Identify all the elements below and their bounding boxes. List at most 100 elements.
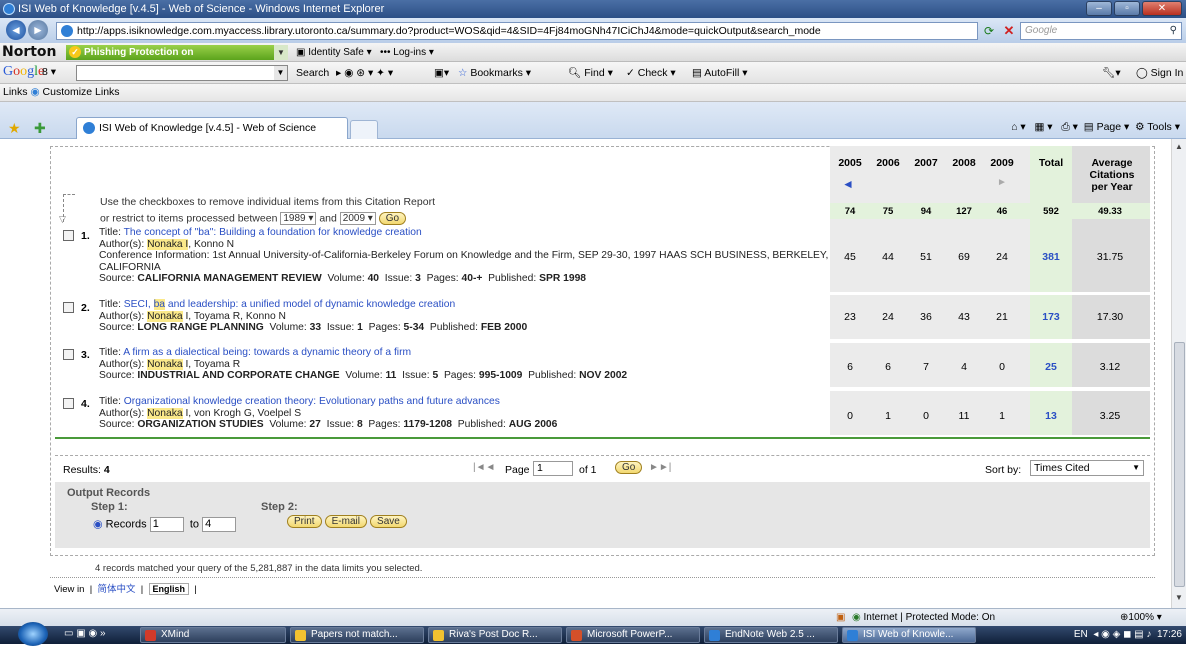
record-checkbox[interactable] [63,230,74,241]
records-from-input[interactable]: 1 [149,517,184,532]
record-total-link[interactable]: 25 [1036,361,1066,373]
sort-select[interactable]: Times Cited ▼ [1030,460,1144,476]
logins-button[interactable]: ••• Log-ins ▾ [380,46,434,59]
email-button[interactable]: E-mail [324,515,367,528]
source-label: Source: [99,322,138,333]
first-page-icon[interactable]: |◄◄ [473,462,495,473]
vertical-scrollbar[interactable]: ▲ ▼ [1171,139,1186,608]
search-icon[interactable]: ⚲ [1170,23,1177,39]
taskbar-endnote[interactable]: EndNote Web 2.5 ... [704,627,838,643]
feeds-icon[interactable]: ▦ ▾ [1034,121,1052,133]
title-highlight: ba [153,299,166,310]
count-2008: 69 [958,251,970,263]
identity-safe-button[interactable]: ▣ Identity Safe ▾ [296,46,372,59]
record-details: Title: SECI, ba and leadership: a unifie… [99,299,839,334]
star-icon: ☆ [458,67,468,79]
chevron-down-icon[interactable]: ▼ [274,66,287,80]
check-button[interactable]: ✓ Check ▾ [626,67,676,80]
record-title-link[interactable]: SECI, ba and leadership: a unified model… [124,299,455,310]
address-bar[interactable]: http://apps.isiknowledge.com.myaccess.li… [56,22,978,40]
minimize-button[interactable]: – [1086,1,1112,16]
popup-blocker-icon[interactable]: ▣▾ [434,67,449,80]
record-title-link[interactable]: The concept of "ba": Building a foundati… [124,227,422,238]
results-count: 4 [103,464,110,476]
home-icon[interactable]: ⌂ ▾ [1011,121,1026,133]
record-title-link[interactable]: Organizational knowledge creation theory… [124,396,500,407]
check-label: Check ▾ [637,67,676,79]
favorites-star-icon[interactable]: ★ [8,120,21,137]
taskbar-riva[interactable]: Riva's Post Doc R... [428,627,562,643]
toolbar-icons[interactable]: ▸ ◉ ⊛ ▾ ✦ ▾ [336,67,393,80]
google-search-button[interactable]: Search [296,67,329,80]
start-button[interactable] [18,622,48,646]
tools-menu[interactable]: ⚙ Tools ▾ [1135,121,1180,133]
record-total-link[interactable]: 173 [1036,311,1066,323]
tab-isi[interactable]: ISI Web of Knowledge [v.4.5] - Web of Sc… [76,117,348,139]
record-details: Title: The concept of "ba": Building a f… [99,227,839,285]
print-button[interactable]: Print [287,515,322,528]
autofill-button[interactable]: ▤ AutoFill ▾ [692,67,747,80]
taskbar-papers[interactable]: Papers not match... [290,627,424,643]
taskbar-xmind[interactable]: XMind [140,627,286,643]
record-checkbox[interactable] [63,398,74,409]
next-years-arrow[interactable]: ► [992,177,1012,188]
identity-safe-label: Identity Safe ▾ [308,47,372,58]
language-indicator[interactable]: EN [1074,629,1088,640]
wrench-icon[interactable]: 🔧︎▾ [1102,67,1121,80]
language-english-link[interactable]: English [148,583,190,595]
prev-years-arrow[interactable]: ◄ [838,177,858,191]
page-menu[interactable]: ▤ Page ▾ [1084,121,1130,133]
scroll-down-icon[interactable]: ▼ [1175,593,1183,602]
sign-in-button[interactable]: ◯ Sign In ▾ [1136,67,1186,80]
refresh-icon[interactable]: ⟳ [980,22,998,40]
count-2009: 0 [999,361,1005,373]
year-header-2007: 2007 [914,157,938,169]
tray-icons[interactable]: ◂ ◉ ◈ ◼ ▤ ♪ [1093,629,1151,640]
taskbar-powerpoint[interactable]: Microsoft PowerP... [566,627,700,643]
search-input[interactable]: Google ⚲ [1020,22,1182,40]
stop-icon[interactable]: ✕ [1000,22,1018,40]
quicklaunch-icons[interactable]: ▭ ▣ ◉ » [64,628,106,639]
taskbar-label: Microsoft PowerP... [587,629,673,640]
maximize-button[interactable]: ▫ [1114,1,1140,16]
new-tab-button[interactable] [350,120,378,139]
language-chinese-link[interactable]: 简体中文 [97,584,135,595]
record-title-link[interactable]: A firm as a dialectical being: towards a… [123,347,411,358]
sign-in-label: Sign In ▾ [1150,67,1186,79]
forward-icon[interactable]: ► [28,20,48,40]
page-input[interactable]: 1 [533,461,573,476]
bookmarks-button[interactable]: ☆ Bookmarks ▾ [458,67,531,80]
record-total-link[interactable]: 13 [1036,410,1066,422]
authors-rest: , Konno N [188,238,235,250]
google-search-input[interactable]: ▼ [76,65,288,81]
taskbar-isi[interactable]: ISI Web of Knowle... [842,627,976,643]
volume-label: Volume: [269,322,310,333]
records-to-input[interactable]: 4 [202,517,237,532]
back-icon[interactable]: ◄ [6,20,26,40]
chevron-down-icon[interactable]: ▼ [274,45,288,60]
close-button[interactable]: ✕ [1142,1,1182,16]
customize-links-link[interactable]: Customize Links [43,86,120,98]
record-checkbox[interactable] [63,349,74,360]
last-page-icon[interactable]: ►►| [649,462,671,473]
zoom-control[interactable]: ⊕100% ▾ [1120,609,1162,626]
print-icon[interactable]: ⎙ ▾ [1061,121,1078,133]
page-go-button[interactable]: Go [615,461,643,474]
google-account[interactable]: 8 ▾ [42,66,56,79]
record-total-link[interactable]: 381 [1036,251,1066,263]
volume-value: 11 [385,370,397,381]
count-2007: 51 [920,251,932,263]
record-checkbox[interactable] [63,302,74,313]
save-button[interactable]: Save [370,515,407,528]
add-favorite-icon[interactable]: ✚ [34,120,46,137]
record-row: 4. Title: Organizational knowledge creat… [55,391,1150,435]
find-button[interactable]: 🔍︎ Find ▾ [568,67,613,80]
authors-label: Author(s): [99,238,148,250]
clock[interactable]: 17:26 [1157,629,1182,640]
phishing-protection-button[interactable]: ✓ Phishing Protection on ▼ [66,45,288,60]
zone-label: Internet | Protected Mode: On [863,612,996,623]
scroll-thumb[interactable] [1174,342,1185,587]
scroll-up-icon[interactable]: ▲ [1175,142,1183,151]
sort-value: Times Cited [1034,462,1090,474]
records-radio[interactable]: ◉ [93,518,103,530]
